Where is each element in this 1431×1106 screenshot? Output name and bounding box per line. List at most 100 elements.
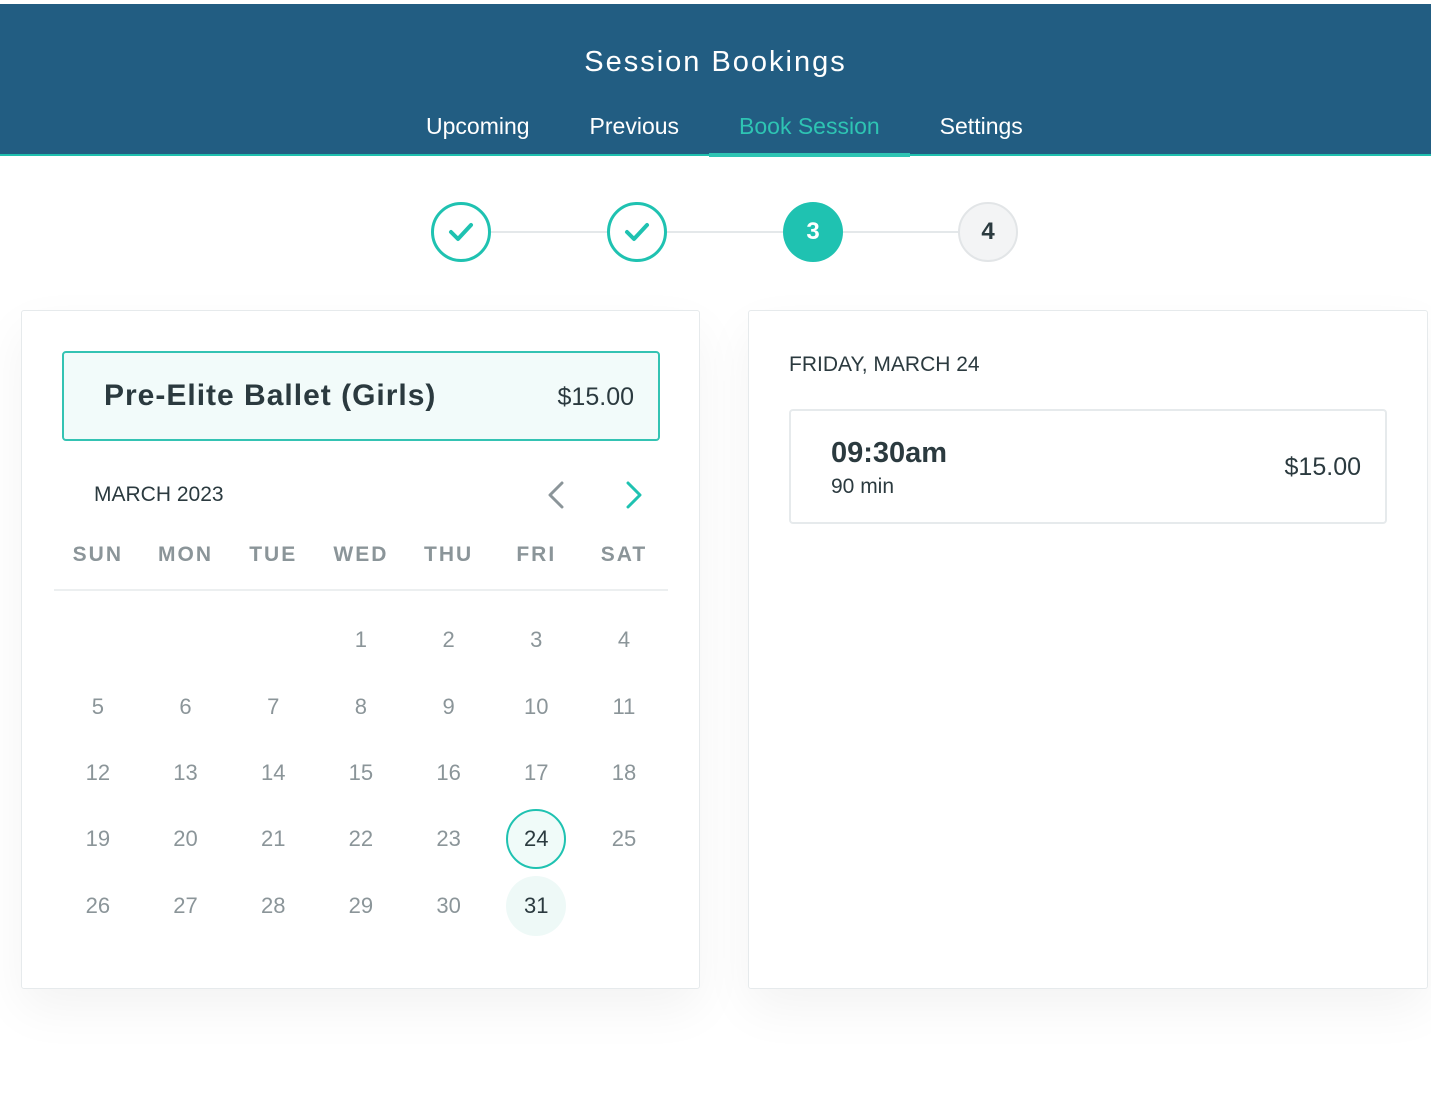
day-number: 30 xyxy=(436,892,461,918)
day-number: 17 xyxy=(524,759,549,785)
day-number: 2 xyxy=(442,627,455,653)
tab-upcoming[interactable]: Upcoming xyxy=(396,100,560,156)
step-connector xyxy=(667,231,783,233)
day-number: 20 xyxy=(173,826,198,852)
weekday-label: FRI xyxy=(516,543,557,566)
day-number: 1 xyxy=(354,627,368,653)
tab-settings[interactable]: Settings xyxy=(910,100,1053,156)
calendar-day: 17 xyxy=(492,740,580,806)
calendar-day: 16 xyxy=(405,740,493,806)
calendar-blank xyxy=(142,607,230,673)
calendar-day: 2 xyxy=(405,607,493,673)
weekday-header: SUN MON TUE WED THU FRI SAT xyxy=(54,543,668,591)
step-connector xyxy=(491,231,607,233)
day-number: 11 xyxy=(612,693,636,719)
weekday-label: SUN xyxy=(72,543,124,566)
day-number: 9 xyxy=(442,693,455,719)
day-number: 25 xyxy=(611,826,637,852)
calendar-day-selected[interactable]: 24 xyxy=(492,806,580,872)
day-number: 28 xyxy=(260,892,286,918)
calendar-day: 10 xyxy=(492,673,580,739)
day-number: 15 xyxy=(348,759,374,785)
calendar-day: 6 xyxy=(142,673,230,739)
calendar-day: 7 xyxy=(229,673,317,739)
calendar-day: 12 xyxy=(54,740,142,806)
service-name: Pre-Elite Ballet (Girls) xyxy=(104,379,437,412)
day-number: 5 xyxy=(91,693,104,719)
weekday-label: THU xyxy=(424,543,474,566)
calendar-day: 25 xyxy=(580,806,668,872)
page-title: Session Bookings xyxy=(584,46,847,78)
calendar-day: 21 xyxy=(229,806,317,872)
calendar-day: 5 xyxy=(54,673,142,739)
day-number: 22 xyxy=(348,826,374,852)
booking-app: Session Bookings Upcoming Previous Book … xyxy=(0,0,1431,1106)
calendar-day-available[interactable]: 31 xyxy=(492,873,580,939)
day-number: 24 xyxy=(506,809,567,870)
calendar-day: 23 xyxy=(405,806,493,872)
slot-price: $15.00 xyxy=(1284,453,1361,481)
selected-date-heading: FRIDAY, MARCH 24 xyxy=(789,353,980,376)
calendar-day: 13 xyxy=(142,740,230,806)
calendar-day: 26 xyxy=(54,873,142,939)
day-number: 12 xyxy=(85,759,111,785)
calendar-day: 11 xyxy=(580,673,668,739)
calendar-grid: 1 2 3 4 5 6 7 8 9 10 11 12 13 14 15 16 17 18 19 20 21 22 23 24 2… xyxy=(54,607,668,939)
next-month-button[interactable] xyxy=(618,479,648,511)
calendar-day: 1 xyxy=(317,607,405,673)
step-1-complete[interactable] xyxy=(431,202,491,262)
app-header: Session Bookings Upcoming Previous Book … xyxy=(0,4,1431,157)
calendar-day: 8 xyxy=(317,673,405,739)
calendar-day: 18 xyxy=(580,740,668,806)
weekday-label: TUE xyxy=(249,543,298,566)
step-2-complete[interactable] xyxy=(607,202,667,262)
calendar-day: 29 xyxy=(317,873,405,939)
day-number: 4 xyxy=(617,627,631,653)
nav-tabs: Upcoming Previous Book Session Settings xyxy=(396,100,1053,157)
step-connector xyxy=(843,231,959,233)
calendar-day: 15 xyxy=(317,740,405,806)
day-number: 14 xyxy=(260,759,286,785)
day-number: 3 xyxy=(530,627,543,653)
day-number: 10 xyxy=(524,693,549,719)
calendar-day: 3 xyxy=(492,607,580,673)
slot-time: 09:30am xyxy=(831,437,948,469)
check-icon xyxy=(449,223,473,241)
weekday-label: MON xyxy=(158,543,214,566)
calendar-day: 9 xyxy=(405,673,493,739)
day-number: 21 xyxy=(260,826,286,852)
day-number: 16 xyxy=(436,759,461,785)
day-number: 31 xyxy=(506,875,567,936)
time-slot[interactable]: 09:30am 90 min $15.00 xyxy=(789,409,1387,524)
weekday-label: WED xyxy=(333,543,389,566)
prev-month-button[interactable] xyxy=(542,479,572,511)
calendar-day: 22 xyxy=(317,806,405,872)
chevron-right-icon xyxy=(626,481,642,509)
day-number: 27 xyxy=(173,892,198,918)
calendar-day: 30 xyxy=(405,873,493,939)
day-number: 13 xyxy=(173,759,198,785)
tab-previous[interactable]: Previous xyxy=(560,100,709,156)
calendar-day: 4 xyxy=(580,607,668,673)
day-number: 19 xyxy=(85,826,111,852)
day-number: 23 xyxy=(436,826,461,852)
time-slots-card: FRIDAY, MARCH 24 09:30am 90 min $15.00 xyxy=(748,310,1428,989)
step-3-current: 3 xyxy=(783,202,843,262)
calendar-day: 28 xyxy=(229,873,317,939)
tab-book-session[interactable]: Book Session xyxy=(709,100,910,157)
check-icon xyxy=(625,223,649,241)
progress-stepper: 3 4 xyxy=(431,202,1018,262)
weekday-label: SAT xyxy=(600,543,648,566)
calendar-blank xyxy=(229,607,317,673)
day-number: 7 xyxy=(267,693,280,719)
calendar-day: 20 xyxy=(142,806,230,872)
selected-service[interactable]: Pre-Elite Ballet (Girls) $15.00 xyxy=(62,351,660,441)
chevron-left-icon xyxy=(548,481,564,509)
step-4-pending: 4 xyxy=(958,202,1018,262)
day-number: 29 xyxy=(348,892,374,918)
service-price: $15.00 xyxy=(557,383,634,411)
calendar-blank xyxy=(54,607,142,673)
calendar-day: 14 xyxy=(229,740,317,806)
day-number: 6 xyxy=(179,693,192,719)
calendar-card: Pre-Elite Ballet (Girls) $15.00 MARCH 20… xyxy=(21,310,700,989)
